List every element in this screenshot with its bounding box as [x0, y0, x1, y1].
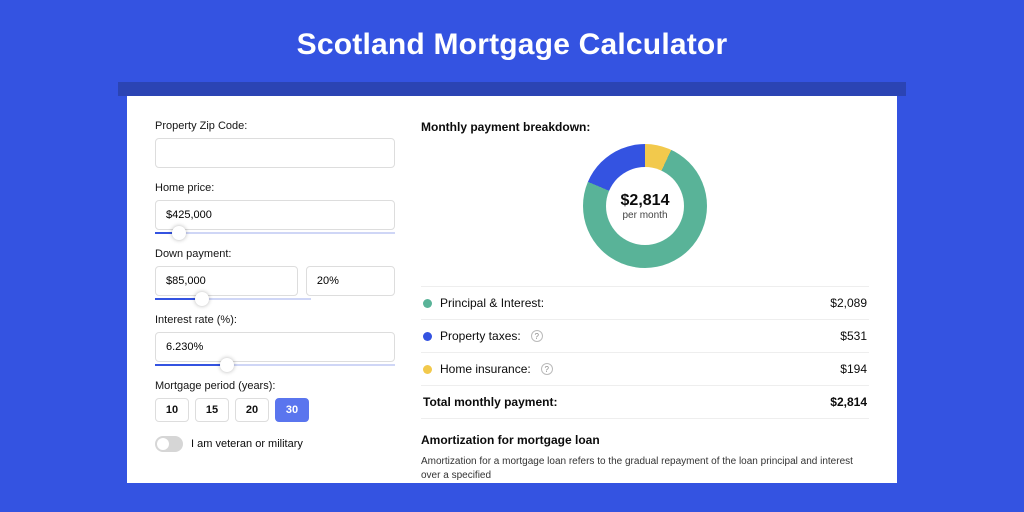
legend-label: Home insurance:: [440, 362, 531, 376]
donut-center: $2,814 per month: [606, 167, 684, 245]
period-label: Mortgage period (years):: [155, 380, 395, 392]
total-label: Total monthly payment:: [423, 395, 557, 409]
home-price-input[interactable]: [155, 200, 395, 230]
zip-label: Property Zip Code:: [155, 120, 395, 132]
calculator-card: Property Zip Code: Home price: Down paym…: [127, 96, 897, 483]
interest-label: Interest rate (%):: [155, 314, 395, 326]
legend: Principal & Interest: $2,089 Property ta…: [421, 286, 869, 419]
dot-icon: [423, 299, 432, 308]
amortization-section: Amortization for mortgage loan Amortizat…: [421, 433, 869, 483]
legend-label: Principal & Interest:: [440, 296, 544, 310]
dot-icon: [423, 365, 432, 374]
interest-slider[interactable]: [155, 364, 395, 366]
period-10-button[interactable]: 10: [155, 398, 189, 422]
down-payment-slider[interactable]: [155, 298, 311, 300]
legend-total: Total monthly payment: $2,814: [421, 386, 869, 419]
legend-value: $531: [840, 329, 867, 343]
veteran-toggle[interactable]: [155, 436, 183, 452]
breakdown-column: Monthly payment breakdown: $2,814 per mo…: [421, 120, 869, 483]
period-row: Mortgage period (years): 10 15 20 30: [155, 380, 395, 422]
period-20-button[interactable]: 20: [235, 398, 269, 422]
period-30-button[interactable]: 30: [275, 398, 309, 422]
zip-row: Property Zip Code:: [155, 120, 395, 168]
legend-insurance: Home insurance: ? $194: [421, 353, 869, 386]
amortization-title: Amortization for mortgage loan: [421, 433, 869, 447]
down-payment-label: Down payment:: [155, 248, 395, 260]
legend-value: $2,089: [830, 296, 867, 310]
period-15-button[interactable]: 15: [195, 398, 229, 422]
interest-row: Interest rate (%):: [155, 314, 395, 366]
legend-principal: Principal & Interest: $2,089: [421, 287, 869, 320]
page-title: Scotland Mortgage Calculator: [0, 0, 1024, 82]
interest-input[interactable]: [155, 332, 395, 362]
down-payment-input[interactable]: [155, 266, 298, 296]
dot-icon: [423, 332, 432, 341]
veteran-row: I am veteran or military: [155, 436, 395, 452]
veteran-label: I am veteran or military: [191, 438, 303, 450]
total-value: $2,814: [830, 395, 867, 409]
home-price-row: Home price:: [155, 182, 395, 234]
inputs-column: Property Zip Code: Home price: Down paym…: [155, 120, 395, 483]
info-icon[interactable]: ?: [541, 363, 553, 375]
breakdown-title: Monthly payment breakdown:: [421, 120, 869, 134]
legend-taxes: Property taxes: ? $531: [421, 320, 869, 353]
donut-ring: $2,814 per month: [583, 144, 707, 268]
donut-sub: per month: [622, 210, 667, 221]
down-payment-pct-input[interactable]: [306, 266, 395, 296]
zip-input[interactable]: [155, 138, 395, 168]
legend-label: Property taxes:: [440, 329, 521, 343]
donut-amount: $2,814: [621, 192, 670, 210]
home-price-label: Home price:: [155, 182, 395, 194]
down-payment-row: Down payment:: [155, 248, 395, 300]
info-icon[interactable]: ?: [531, 330, 543, 342]
home-price-slider[interactable]: [155, 232, 395, 234]
donut-chart: $2,814 per month: [421, 144, 869, 268]
period-buttons: 10 15 20 30: [155, 398, 395, 422]
amortization-text: Amortization for a mortgage loan refers …: [421, 455, 869, 483]
card-shadow: [118, 82, 906, 96]
legend-value: $194: [840, 362, 867, 376]
